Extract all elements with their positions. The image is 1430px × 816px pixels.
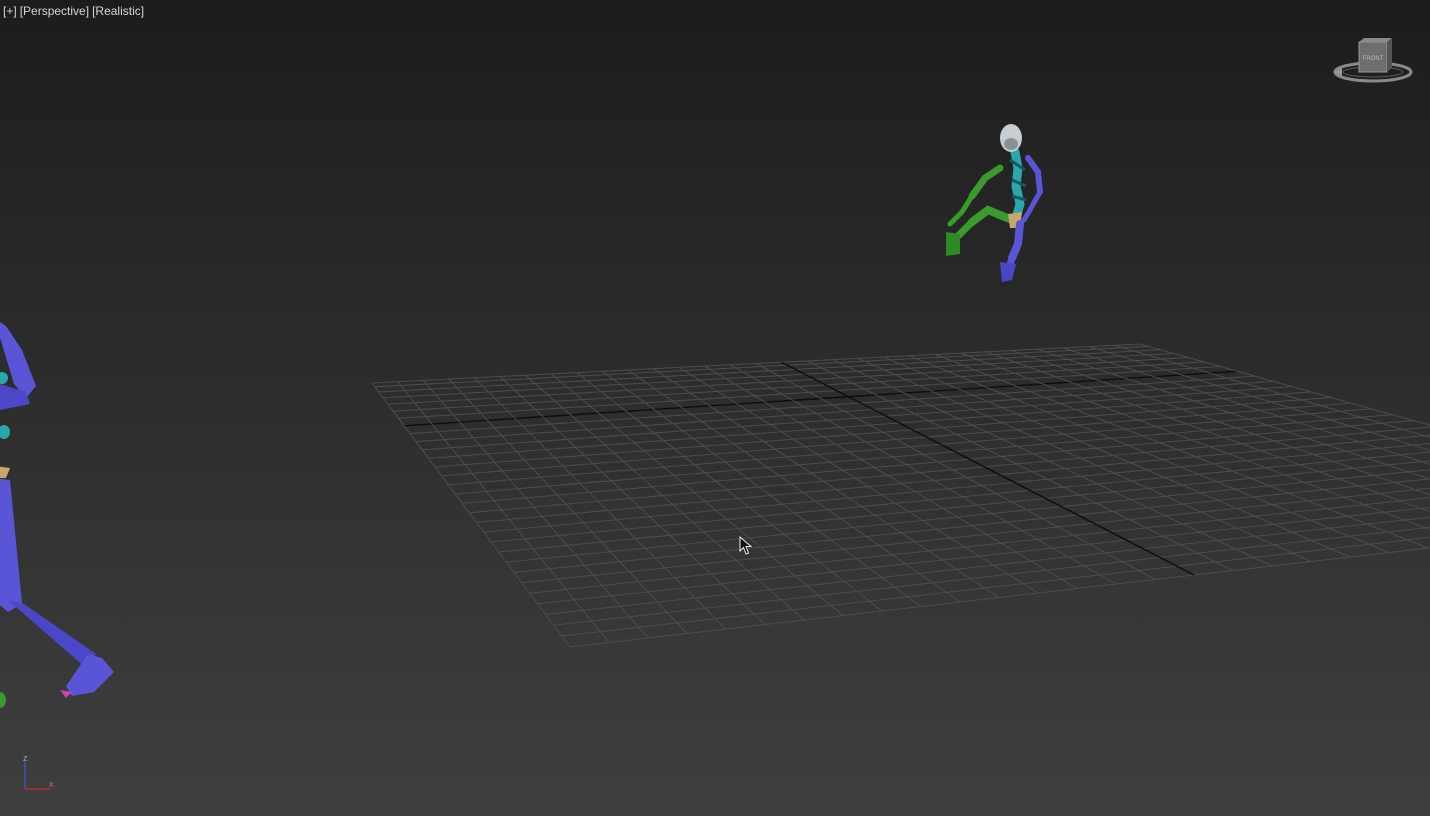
scene-canvas[interactable]: z x [0,0,1430,816]
left-thigh [0,478,22,612]
axis-z-label: z [23,753,28,763]
axis-tripod-icon: z x [23,753,54,790]
skull-shade [1004,138,1018,150]
axis-x-label: x [49,779,54,789]
green-foot [946,232,960,256]
perspective-viewport[interactable]: z x [+] [Perspective] [Realistic] FRONT [0,0,1430,816]
viewport-label-menu: [+] [Perspective] [Realistic] [3,4,147,18]
green-foot-edge [0,692,6,708]
viewcube-face-label: FRONT [1363,56,1384,62]
cyan-joint-1 [0,372,8,384]
blue-forearm [1021,189,1043,223]
blue-thigh [1008,220,1024,262]
green-shin [954,218,976,240]
viewcube-icon[interactable]: FRONT [1330,34,1416,86]
left-shin [8,600,96,668]
viewport-shading-menu[interactable]: [Realistic] [92,4,144,18]
home-grid [371,343,1430,648]
biped-skeleton-left[interactable] [0,318,114,708]
blue-upper-arm [1025,155,1043,195]
cyan-joint-2 [0,425,10,439]
green-upper-arm [968,164,1004,200]
blue-foot [1000,262,1016,282]
left-foot [66,654,114,696]
biped-skeleton-right[interactable] [946,124,1043,282]
green-thigh [968,205,1016,226]
viewport-point-of-view-menu[interactable]: [Perspective] [20,4,89,18]
mouse-cursor-icon [739,536,753,555]
viewport-plus-menu[interactable]: [+] [3,4,17,18]
pelvis-left [0,466,10,478]
spine [1010,147,1025,223]
